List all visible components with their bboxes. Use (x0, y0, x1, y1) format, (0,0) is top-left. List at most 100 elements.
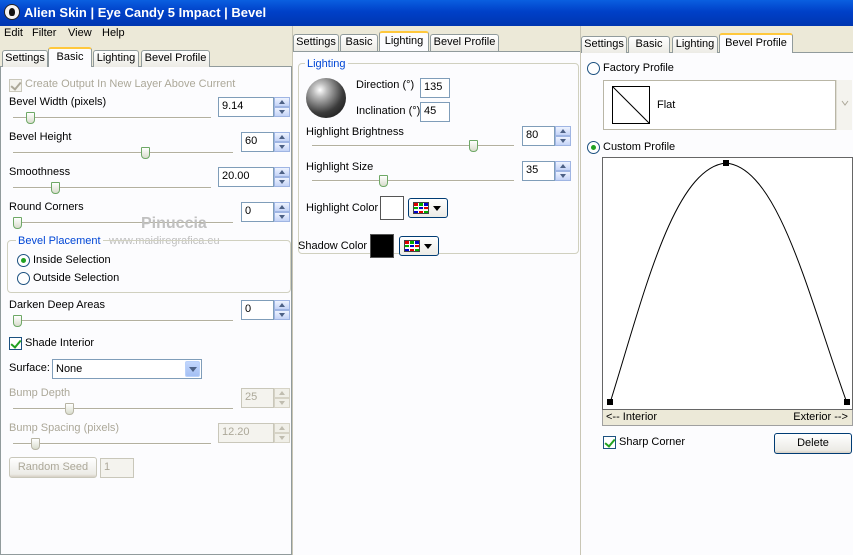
axis-interior-label: <-- Interior (606, 411, 658, 423)
lighting-tab-content: Lighting Direction (°) 135 Inclination (… (293, 52, 580, 555)
inside-selection-radio[interactable] (17, 254, 30, 267)
highlight-brightness-spinner[interactable] (555, 126, 571, 146)
bump-depth-spinner[interactable] (274, 388, 290, 408)
curve-point-start[interactable] (607, 399, 613, 405)
bump-depth-label: Bump Depth (9, 387, 71, 399)
bump-spacing-spinner[interactable] (274, 423, 290, 443)
highlight-color-picker-button[interactable] (408, 198, 448, 218)
surface-value: None (56, 363, 83, 375)
light-direction-sphere[interactable] (306, 78, 346, 118)
bevel-height-slider[interactable] (13, 147, 233, 159)
tab-settings[interactable]: Settings (2, 50, 48, 67)
bevel-height-field[interactable]: 60 (241, 132, 274, 152)
bump-spacing-field[interactable]: 12.20 (218, 423, 274, 443)
lighting-panel: Settings Basic Lighting Bevel Profile Li… (293, 26, 580, 555)
smoothness-spinner[interactable] (274, 167, 290, 187)
direction-field[interactable]: 135 (420, 78, 450, 98)
tab-settings[interactable]: Settings (581, 36, 627, 53)
bevel-height-spinner[interactable] (274, 132, 290, 152)
window-title: Alien Skin | Eye Candy 5 Impact | Bevel (24, 5, 267, 20)
menu-help[interactable]: Help (102, 27, 125, 39)
highlight-color-swatch[interactable] (380, 196, 404, 220)
bevel-width-slider[interactable] (13, 112, 211, 124)
shade-interior-label: Shade Interior (25, 337, 95, 349)
custom-profile-radio[interactable] (587, 141, 600, 154)
highlight-color-label: Highlight Color (306, 202, 379, 214)
delete-button[interactable]: Delete (774, 433, 852, 454)
surface-dropdown[interactable]: None (52, 359, 202, 379)
highlight-size-label: Highlight Size (306, 161, 374, 173)
outside-selection-label: Outside Selection (33, 272, 120, 284)
bevel-placement-group (7, 240, 291, 293)
bump-spacing-slider[interactable] (13, 438, 211, 450)
tab-basic[interactable]: Basic (628, 36, 670, 53)
tab-settings[interactable]: Settings (293, 34, 339, 51)
shade-interior-checkbox[interactable] (9, 337, 22, 350)
curve-point-peak[interactable] (723, 160, 729, 166)
bevel-width-field[interactable]: 9.14 (218, 97, 274, 117)
tab-lighting[interactable]: Lighting (93, 50, 139, 67)
tab-lighting[interactable]: Lighting (379, 31, 429, 51)
axis-exterior-label: Exterior --> (793, 411, 848, 423)
darken-deep-areas-slider[interactable] (13, 315, 233, 327)
inclination-field[interactable]: 45 (420, 102, 450, 122)
chevron-down-icon[interactable] (185, 361, 200, 377)
bump-depth-field[interactable]: 25 (241, 388, 274, 408)
dropdown-arrow-icon (433, 206, 441, 211)
outside-selection-radio[interactable] (17, 272, 30, 285)
bevel-width-spinner[interactable] (274, 97, 290, 117)
sharp-corner-checkbox[interactable] (603, 436, 616, 449)
basic-panel: Settings Basic Lighting Bevel Profile Cr… (0, 42, 292, 555)
tab-lighting[interactable]: Lighting (672, 36, 718, 53)
smoothness-label: Smoothness (9, 166, 71, 178)
random-seed-button[interactable]: Random Seed (9, 457, 97, 478)
bevel-profile-panel: Settings Basic Lighting Bevel Profile Fa… (581, 26, 853, 555)
highlight-brightness-slider[interactable] (312, 140, 514, 152)
lighting-group-title: Lighting (305, 58, 348, 70)
highlight-size-slider[interactable] (312, 175, 514, 187)
highlight-brightness-field[interactable]: 80 (522, 126, 555, 146)
profile-curve-editor[interactable] (602, 157, 853, 410)
bevel-width-label: Bevel Width (pixels) (9, 96, 107, 108)
color-palette-icon (404, 240, 420, 252)
tab-basic[interactable]: Basic (340, 34, 378, 51)
factory-profile-scrollbar[interactable] (836, 80, 852, 130)
direction-label: Direction (°) (356, 79, 415, 91)
tab-bevel-profile[interactable]: Bevel Profile (719, 33, 793, 53)
tab-bevel-profile[interactable]: Bevel Profile (141, 50, 210, 67)
profile-curve[interactable] (603, 158, 852, 409)
basic-tab-content: Create Output In New Layer Above Current… (0, 67, 292, 555)
menu-filter[interactable]: Filter (32, 27, 56, 39)
menu-view[interactable]: View (68, 27, 92, 39)
smoothness-slider[interactable] (13, 182, 211, 194)
curve-point-end[interactable] (844, 399, 850, 405)
factory-profile-radio[interactable] (587, 62, 600, 75)
bump-depth-slider[interactable] (13, 403, 233, 415)
darken-deep-areas-label: Darken Deep Areas (9, 299, 105, 311)
smoothness-field[interactable]: 20.00 (218, 167, 274, 187)
random-seed-field[interactable]: 1 (100, 458, 134, 478)
round-corners-field[interactable]: 0 (241, 202, 274, 222)
surface-label: Surface: (9, 362, 50, 374)
tab-bevel-profile[interactable]: Bevel Profile (430, 34, 499, 51)
factory-profile-item-flat: Flat (657, 99, 676, 111)
bevel-profile-tab-content: Factory Profile Flat Custom Profile <-- … (581, 53, 853, 555)
highlight-size-spinner[interactable] (555, 161, 571, 181)
tab-basic[interactable]: Basic (48, 47, 92, 67)
highlight-size-field[interactable]: 35 (522, 161, 555, 181)
highlight-brightness-label: Highlight Brightness (306, 126, 404, 138)
color-palette-icon (413, 202, 429, 214)
factory-profile-list[interactable]: Flat (603, 80, 836, 130)
shadow-color-label: Shadow Color (298, 240, 368, 252)
watermark-name: Pinuccia (141, 215, 207, 232)
shadow-color-picker-button[interactable] (399, 236, 439, 256)
dropdown-arrow-icon (424, 244, 432, 249)
darken-deep-areas-spinner[interactable] (274, 300, 290, 320)
bevel-placement-title: Bevel Placement (16, 235, 103, 247)
menu-edit[interactable]: Edit (4, 27, 23, 39)
create-output-checkbox[interactable] (9, 79, 22, 92)
bump-spacing-label: Bump Spacing (pixels) (9, 422, 120, 434)
darken-deep-areas-field[interactable]: 0 (241, 300, 274, 320)
round-corners-spinner[interactable] (274, 202, 290, 222)
shadow-color-swatch[interactable] (370, 234, 394, 258)
